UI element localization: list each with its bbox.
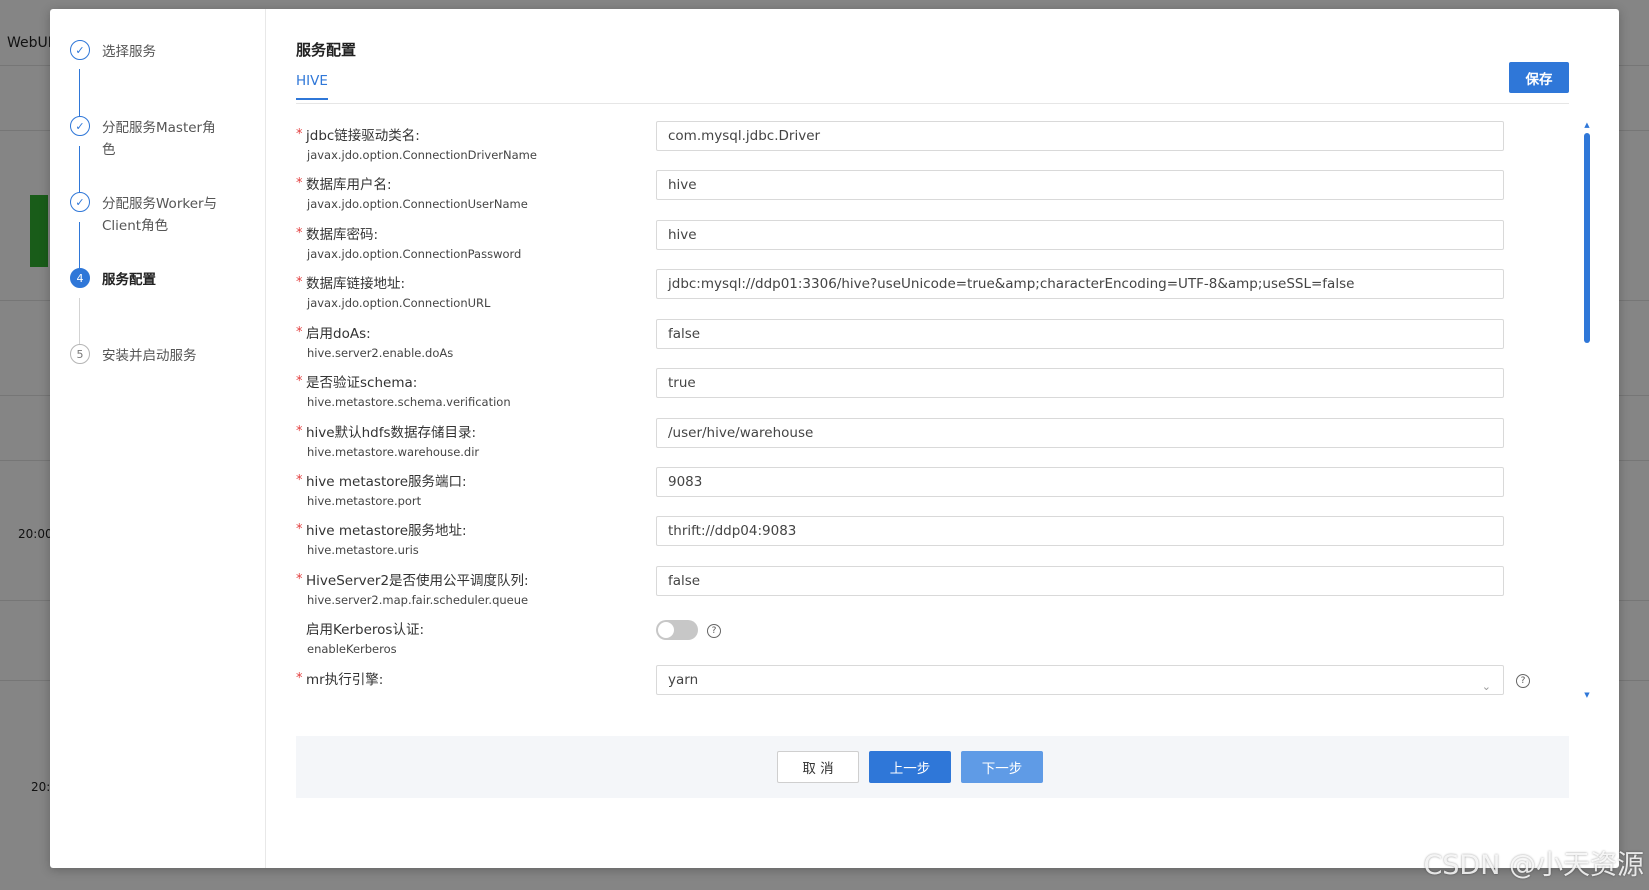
select-value: yarn: [668, 672, 699, 688]
jdbc-driver-input[interactable]: com.mysql.jdbc.Driver: [656, 121, 1504, 151]
service-config-dialog: ✓ 选择服务 ✓ 分配服务Master角色 ✓ 分配服务Worker与Clien…: [50, 9, 1619, 868]
required-mark: *: [296, 226, 303, 241]
field-key: hive.metastore.schema.verification: [307, 395, 511, 409]
field-label: jdbc链接驱动类名:: [306, 128, 420, 144]
field-label: 启用doAs:: [306, 326, 371, 342]
field-row: * 是否验证schema: hive.metastore.schema.veri…: [296, 368, 1504, 417]
field-key: javax.jdo.option.ConnectionDriverName: [307, 148, 537, 162]
tab-hive[interactable]: HIVE: [296, 73, 328, 100]
mr-engine-select[interactable]: yarn ⌄: [656, 665, 1504, 695]
required-mark: *: [296, 572, 303, 587]
form-scrollbar[interactable]: ▲ ▼: [1583, 121, 1591, 699]
field-row: * jdbc链接驱动类名: javax.jdo.option.Connectio…: [296, 121, 1504, 170]
config-form: * jdbc链接驱动类名: javax.jdo.option.Connectio…: [296, 121, 1504, 699]
field-label: hive默认hdfs数据存储目录:: [306, 425, 477, 441]
required-mark: *: [296, 325, 303, 340]
chevron-down-icon: ⌄: [1481, 680, 1491, 693]
field-key: javax.jdo.option.ConnectionUserName: [307, 197, 528, 211]
field-row: * hive metastore服务端口: hive.metastore.por…: [296, 467, 1504, 516]
field-row: * mr执行引擎: yarn ⌄: [296, 665, 1504, 699]
field-label: mr执行引擎:: [306, 672, 384, 688]
field-label: 启用Kerberos认证:: [306, 622, 425, 638]
check-icon: ✓: [70, 116, 90, 136]
scroll-down-icon[interactable]: ▼: [1583, 691, 1591, 699]
field-label: 是否验证schema:: [306, 375, 418, 391]
required-mark: *: [296, 275, 303, 290]
warehouse-dir-input[interactable]: /user/hive/warehouse: [656, 418, 1504, 448]
field-label: HiveServer2是否使用公平调度队列:: [306, 573, 529, 589]
kerberos-toggle[interactable]: [656, 620, 698, 640]
step-number: 5: [70, 344, 90, 364]
metastore-port-input[interactable]: 9083: [656, 467, 1504, 497]
field-key: hive.metastore.port: [307, 494, 422, 508]
wizard-steps: ✓ 选择服务 ✓ 分配服务Master角色 ✓ 分配服务Worker与Clien…: [50, 9, 266, 868]
step-number: 4: [70, 268, 90, 288]
field-key: hive.metastore.uris: [307, 543, 419, 557]
help-icon[interactable]: ?: [707, 624, 721, 638]
scroll-thumb[interactable]: [1584, 133, 1590, 343]
next-step-button[interactable]: 下一步: [961, 751, 1043, 783]
metastore-uris-input[interactable]: thrift://ddp04:9083: [656, 516, 1504, 546]
required-mark: *: [296, 473, 303, 488]
help-icon[interactable]: ?: [1516, 674, 1530, 688]
step-label: 分配服务Master角色: [102, 120, 216, 158]
field-key: javax.jdo.option.ConnectionPassword: [307, 247, 522, 261]
field-row: * HiveServer2是否使用公平调度队列: hive.server2.ma…: [296, 566, 1504, 615]
step-label: 分配服务Worker与Client角色: [102, 196, 218, 234]
step-label: 服务配置: [102, 272, 156, 288]
schema-verification-input[interactable]: true: [656, 368, 1504, 398]
field-key: enableKerberos: [307, 642, 397, 656]
step-label: 安装并启动服务: [102, 348, 197, 364]
field-label: 数据库密码:: [306, 227, 379, 243]
cancel-button[interactable]: 取 消: [777, 751, 859, 783]
field-label: 数据库链接地址:: [306, 276, 406, 292]
field-key: hive.server2.map.fair.scheduler.queue: [307, 593, 529, 607]
required-mark: *: [296, 176, 303, 191]
step-label: 选择服务: [102, 44, 156, 60]
enable-doas-input[interactable]: false: [656, 319, 1504, 349]
field-row: * 数据库用户名: javax.jdo.option.ConnectionUse…: [296, 170, 1504, 219]
db-url-input[interactable]: jdbc:mysql://ddp01:3306/hive?useUnicode=…: [656, 269, 1504, 299]
field-label: hive metastore服务地址:: [306, 523, 467, 539]
toggle-knob: [658, 622, 674, 638]
field-key: hive.metastore.warehouse.dir: [307, 445, 480, 459]
field-row: * 数据库链接地址: javax.jdo.option.ConnectionUR…: [296, 269, 1504, 318]
required-mark: *: [296, 127, 303, 142]
save-button[interactable]: 保存: [1509, 62, 1569, 93]
required-mark: *: [296, 374, 303, 389]
config-content: 服务配置 HIVE 保存 * jdbc链接驱动类名: javax.jdo.opt…: [265, 9, 1619, 868]
field-label: hive metastore服务端口:: [306, 474, 467, 490]
fair-scheduler-input[interactable]: false: [656, 566, 1504, 596]
required-mark: *: [296, 424, 303, 439]
db-password-input[interactable]: hive: [656, 220, 1504, 250]
tab-divider: [296, 103, 1569, 104]
field-row: 启用Kerberos认证: enableKerberos ?: [296, 615, 1504, 664]
field-row: * hive默认hdfs数据存储目录: hive.metastore.wareh…: [296, 418, 1504, 467]
previous-step-button[interactable]: 上一步: [869, 751, 951, 783]
db-username-input[interactable]: hive: [656, 170, 1504, 200]
watermark: CSDN @小天资源: [1423, 850, 1644, 881]
page-title: 服务配置: [296, 41, 357, 59]
check-icon: ✓: [70, 40, 90, 60]
check-icon: ✓: [70, 192, 90, 212]
required-mark: *: [296, 671, 303, 686]
field-row: * hive metastore服务地址: hive.metastore.uri…: [296, 516, 1504, 565]
field-row: * 数据库密码: javax.jdo.option.ConnectionPass…: [296, 220, 1504, 269]
scroll-up-icon[interactable]: ▲: [1583, 121, 1591, 129]
required-mark: *: [296, 522, 303, 537]
field-row: * 启用doAs: hive.server2.enable.doAs false: [296, 319, 1504, 368]
dialog-footer: 取 消 上一步 下一步: [296, 736, 1569, 798]
field-label: 数据库用户名:: [306, 177, 392, 193]
field-key: hive.server2.enable.doAs: [307, 346, 454, 360]
field-key: javax.jdo.option.ConnectionURL: [307, 296, 491, 310]
